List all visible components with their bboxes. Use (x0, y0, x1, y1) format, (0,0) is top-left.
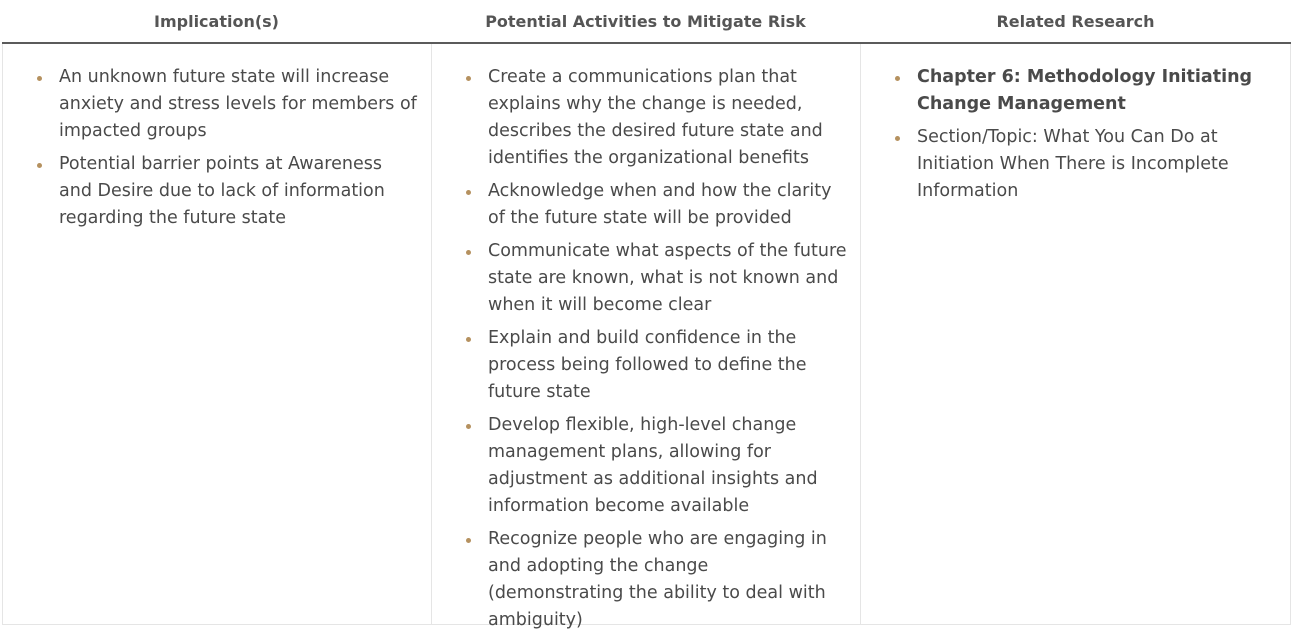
activity-text: Communicate what aspects of the future s… (488, 241, 847, 315)
bullet-icon (895, 136, 900, 141)
research-section-text: Section/Topic: What You Can Do at Initia… (917, 127, 1229, 201)
activity-text: Develop flexible, high-level change mana… (488, 415, 818, 516)
implication-text: An unknown future state will increase an… (59, 67, 417, 141)
activities-list: Create a communications plan that explai… (466, 64, 848, 634)
list-item: Explain and build confidence in the proc… (466, 325, 848, 406)
activity-text: Recognize people who are engaging in and… (488, 529, 827, 630)
list-item: Develop flexible, high-level change mana… (466, 412, 848, 520)
bullet-icon (466, 250, 471, 255)
list-item: Acknowledge when and how the clarity of … (466, 178, 848, 232)
implications-cell: An unknown future state will increase an… (2, 44, 431, 624)
research-chapter-text: Chapter 6: Methodology Initiating Change… (917, 67, 1253, 114)
bullet-icon (37, 163, 42, 168)
bullet-icon (895, 76, 900, 81)
list-item: Chapter 6: Methodology Initiating Change… (895, 64, 1278, 118)
bullet-icon (466, 538, 471, 543)
bullet-icon (466, 190, 471, 195)
research-list: Chapter 6: Methodology Initiating Change… (895, 64, 1278, 205)
list-item: Section/Topic: What You Can Do at Initia… (895, 124, 1278, 205)
implication-text: Potential barrier points at Awareness an… (59, 154, 385, 228)
header-implications: Implication(s) (154, 11, 279, 31)
list-item: Recognize people who are engaging in and… (466, 526, 848, 634)
activities-cell: Create a communications plan that explai… (431, 44, 860, 630)
related-research-cell: Chapter 6: Methodology Initiating Change… (860, 44, 1291, 624)
activity-text: Explain and build confidence in the proc… (488, 328, 807, 402)
table-header-row: Implication(s) Potential Activities to M… (2, 0, 1291, 44)
bullet-icon (466, 337, 471, 342)
activity-text: Acknowledge when and how the clarity of … (488, 181, 832, 228)
risk-table: Implication(s) Potential Activities to M… (2, 0, 1291, 630)
header-related-research: Related Research (996, 11, 1155, 31)
table-row: An unknown future state will increase an… (2, 44, 1291, 630)
list-item: Potential barrier points at Awareness an… (37, 151, 419, 232)
bullet-icon (466, 76, 471, 81)
list-item: An unknown future state will increase an… (37, 64, 419, 145)
implications-list: An unknown future state will increase an… (37, 64, 419, 232)
bullet-icon (37, 76, 42, 81)
list-item: Communicate what aspects of the future s… (466, 238, 848, 319)
activity-text: Create a communications plan that explai… (488, 67, 823, 168)
list-item: Create a communications plan that explai… (466, 64, 848, 172)
header-activities: Potential Activities to Mitigate Risk (485, 11, 806, 31)
bullet-icon (466, 424, 471, 429)
